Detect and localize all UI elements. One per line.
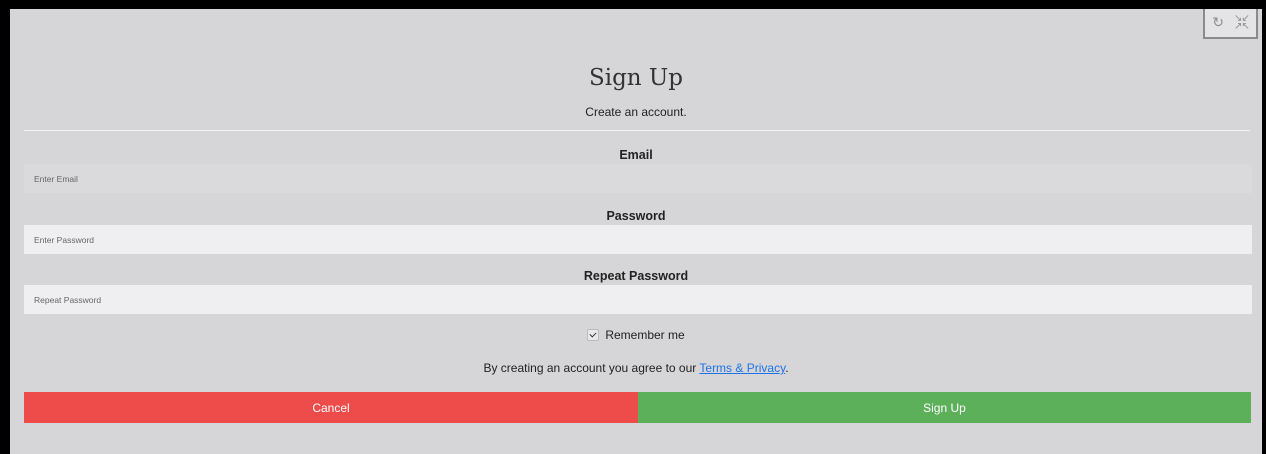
repeat-password-label: Repeat Password	[583, 269, 689, 283]
remember-me-checkbox[interactable]	[587, 328, 600, 341]
email-label: Email	[619, 148, 653, 162]
email-field[interactable]	[24, 164, 1252, 193]
password-field[interactable]	[24, 225, 1252, 254]
cancel-button[interactable]: Cancel	[24, 392, 638, 423]
sign-up-button[interactable]: Sign Up	[638, 392, 1251, 423]
terms-text: By creating an account you agree to our …	[10, 361, 1262, 375]
remember-me-label: Remember me	[605, 328, 685, 342]
refresh-icon[interactable]: ↻	[1212, 15, 1224, 31]
signup-modal: ↻ ↘↙ ↗↖ Sign Up Create an account. Email …	[10, 9, 1262, 454]
terms-suffix: .	[785, 361, 789, 375]
password-label: Password	[606, 209, 666, 223]
terms-link[interactable]: Terms & Privacy	[699, 361, 785, 375]
collapse-icon[interactable]: ↘↙ ↗↖	[1234, 14, 1250, 32]
divider	[24, 130, 1250, 131]
corner-toolbar: ↻ ↘↙ ↗↖	[1203, 9, 1258, 39]
repeat-password-field[interactable]	[24, 285, 1252, 314]
terms-prefix: By creating an account you agree to our	[483, 361, 700, 375]
page-subtitle: Create an account.	[585, 105, 687, 119]
remember-me-row: Remember me	[10, 328, 1262, 342]
page-title: Sign Up	[588, 65, 684, 91]
